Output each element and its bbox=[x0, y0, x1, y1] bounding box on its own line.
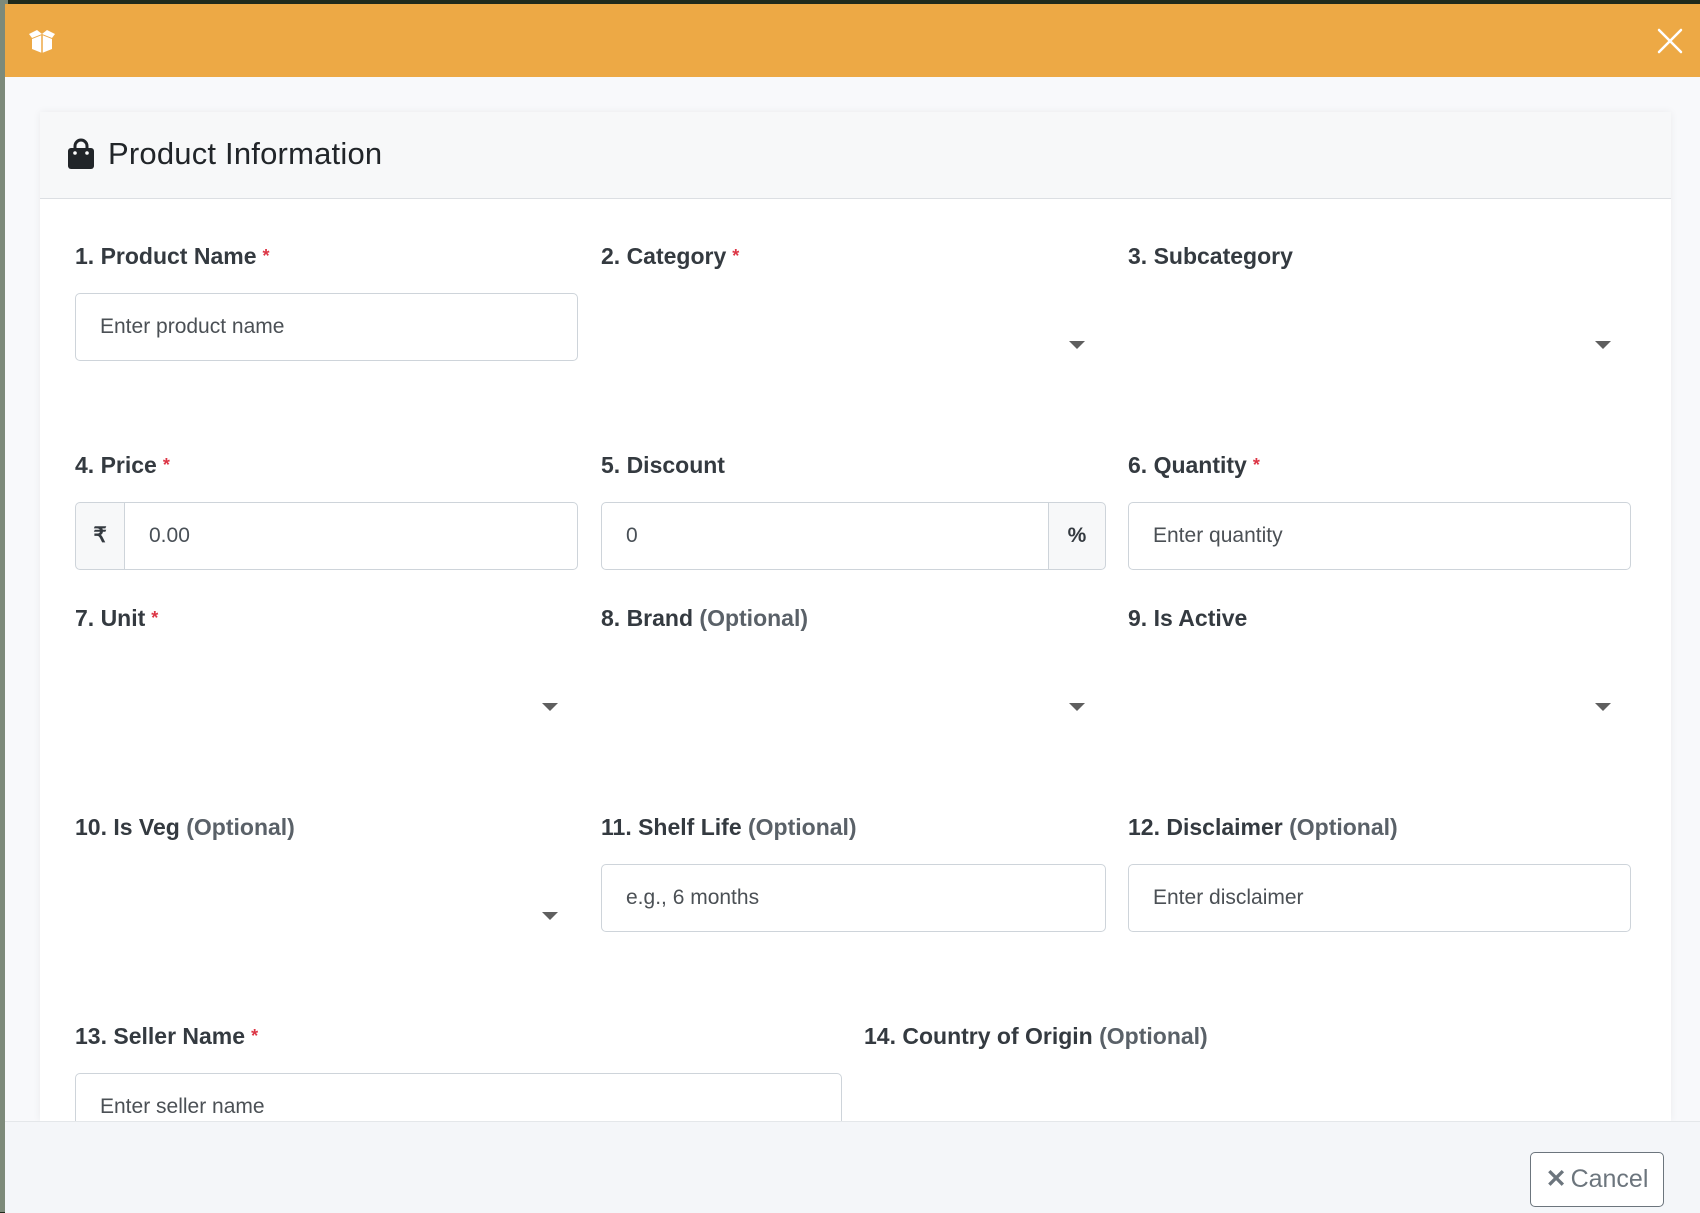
close-icon[interactable] bbox=[1655, 26, 1685, 56]
percent-icon: % bbox=[1048, 502, 1106, 570]
chevron-down-icon[interactable] bbox=[1069, 341, 1085, 349]
modal-header bbox=[5, 4, 1700, 77]
required-marker: * bbox=[251, 1026, 259, 1046]
seller-name-label: 13. Seller Name * bbox=[75, 1023, 259, 1049]
subcategory-select[interactable] bbox=[1128, 293, 1631, 361]
brand-select[interactable] bbox=[601, 655, 1106, 723]
subcategory-label: 3. Subcategory bbox=[1128, 243, 1293, 269]
required-marker: * bbox=[151, 608, 159, 628]
card-title: Product Information bbox=[108, 136, 383, 171]
price-label: 4. Price * bbox=[75, 452, 170, 478]
category-select[interactable] bbox=[601, 293, 1106, 361]
price-input[interactable]: 0.00 bbox=[124, 502, 578, 570]
cancel-button[interactable]: ✕ Cancel bbox=[1530, 1152, 1664, 1207]
disclaimer-input[interactable]: Enter disclaimer bbox=[1128, 864, 1631, 932]
is-veg-label: 10. Is Veg (Optional) bbox=[75, 814, 295, 840]
chevron-down-icon[interactable] bbox=[542, 703, 558, 711]
chevron-down-icon[interactable] bbox=[1069, 703, 1085, 711]
discount-label: 5. Discount bbox=[601, 452, 725, 478]
required-marker: * bbox=[1252, 455, 1260, 475]
category-label: 2. Category * bbox=[601, 243, 740, 269]
card-header: Product Information bbox=[40, 112, 1671, 199]
is-veg-select[interactable] bbox=[75, 864, 578, 932]
required-marker: * bbox=[262, 246, 270, 266]
disclaimer-label: 12. Disclaimer (Optional) bbox=[1128, 814, 1398, 840]
chevron-down-icon[interactable] bbox=[1595, 703, 1611, 711]
seller-name-input[interactable]: Enter seller name bbox=[75, 1073, 842, 1121]
rupee-icon: ₹ bbox=[75, 502, 125, 570]
product-information-card: Product Information 1. Product Name * Ent… bbox=[40, 112, 1671, 1121]
country-of-origin-select[interactable] bbox=[864, 1073, 1631, 1121]
times-icon: ✕ bbox=[1545, 1165, 1567, 1193]
modal-footer: ✕ Cancel bbox=[5, 1121, 1700, 1213]
product-name-input[interactable]: Enter product name bbox=[75, 293, 578, 361]
box-open-icon bbox=[29, 30, 55, 53]
chevron-down-icon[interactable] bbox=[542, 912, 558, 920]
chevron-down-icon[interactable] bbox=[1595, 341, 1611, 349]
is-active-select[interactable] bbox=[1128, 655, 1631, 723]
shelf-life-label: 11. Shelf Life (Optional) bbox=[601, 814, 857, 840]
is-active-label: 9. Is Active bbox=[1128, 605, 1248, 631]
brand-label: 8. Brand (Optional) bbox=[601, 605, 809, 631]
country-of-origin-label: 14. Country of Origin (Optional) bbox=[864, 1023, 1208, 1049]
unit-select[interactable] bbox=[75, 655, 578, 723]
quantity-input[interactable]: Enter quantity bbox=[1128, 502, 1631, 570]
add-product-modal: Product Information 1. Product Name * Ent… bbox=[5, 4, 1700, 1213]
discount-input[interactable]: 0 bbox=[601, 502, 1049, 570]
product-name-label: 1. Product Name * bbox=[75, 243, 270, 269]
shelf-life-input[interactable]: e.g., 6 months bbox=[601, 864, 1106, 932]
required-marker: * bbox=[162, 455, 170, 475]
unit-label: 7. Unit * bbox=[75, 605, 159, 631]
modal-body: Product Information 1. Product Name * Ent… bbox=[5, 77, 1700, 1121]
quantity-label: 6. Quantity * bbox=[1128, 452, 1260, 478]
shopping-bag-icon bbox=[68, 138, 94, 169]
required-marker: * bbox=[732, 246, 740, 266]
cancel-label: Cancel bbox=[1570, 1165, 1649, 1193]
